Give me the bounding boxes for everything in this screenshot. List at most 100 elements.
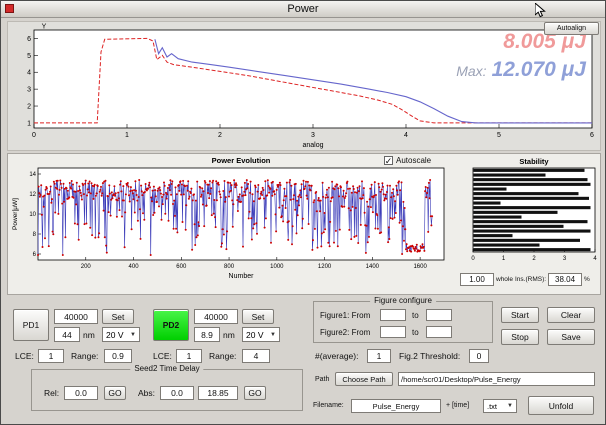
pd2-voltage-dropdown[interactable]: 20 V ▼ [242,327,280,342]
range2-label: Range: [209,351,236,361]
svg-text:2: 2 [218,132,222,139]
svg-text:10: 10 [29,212,36,218]
figure1-to-field[interactable] [426,309,452,321]
figure-configure-group: Figure configure Figure1: From to Figure… [313,301,493,343]
svg-text:3: 3 [27,87,31,94]
figure1-from-label: Figure1: From [320,311,370,320]
window-title: Power [287,3,318,15]
svg-text:12: 12 [29,192,36,198]
svg-text:5: 5 [497,132,501,139]
svg-text:8: 8 [33,232,37,238]
svg-text:400: 400 [129,264,140,270]
middle-panel: Power Evolution6810121420040060080010001… [7,153,601,295]
svg-text:6: 6 [33,252,37,258]
save-button[interactable]: Save [547,329,595,345]
svg-text:1400: 1400 [366,264,380,270]
pd2-wavelength-field[interactable] [194,327,220,342]
start-button[interactable]: Start [501,307,539,323]
svg-text:3: 3 [563,256,567,262]
pd2-gain-field[interactable] [194,309,238,324]
figure1-from-field[interactable] [380,309,406,321]
pd1-voltage-dropdown[interactable]: 20 V ▼ [102,327,140,342]
pd1-voltage-value: 20 V [106,330,124,340]
rel-go-button[interactable]: GO [104,386,126,400]
max-value: 12.070 μJ [492,58,586,82]
figure-configure-title: Figure configure [370,296,436,305]
chevron-down-icon: ▼ [270,332,276,338]
max-label: Max: [456,63,486,79]
svg-text:Stability: Stability [519,157,549,166]
lce1-field[interactable] [38,349,64,363]
path-label: Path [315,376,329,383]
seed2-time-delay-group: Seed2 Time Delay Rel: GO Abs: GO [31,369,303,411]
figure1-to-label: to [412,311,419,320]
choose-path-button[interactable]: Choose Path [335,372,393,386]
filename-field[interactable] [351,399,441,413]
svg-text:4: 4 [27,70,31,77]
range2-field[interactable] [242,349,270,363]
stop-button[interactable]: Stop [501,329,539,345]
svg-text:0: 0 [471,256,475,262]
rms-value-field[interactable] [548,273,582,286]
pd2-set-button[interactable]: Set [242,309,274,324]
top-plot-panel: 1234560123456analogY 8.005 μJ Max: 12.07… [7,21,601,151]
rel-label: Rel: [44,388,59,398]
chevron-down-icon: ▼ [507,403,513,409]
svg-text:14: 14 [29,172,36,178]
figure2-to-field[interactable] [426,326,452,338]
svg-text:4: 4 [593,256,597,262]
titlebar[interactable]: Power [1,1,605,18]
unfold-button[interactable]: Unfold [528,396,594,415]
figure2-to-label: to [412,328,419,337]
figure2-from-field[interactable] [380,326,406,338]
chevron-down-icon: ▼ [130,332,136,338]
svg-text:1: 1 [502,256,506,262]
autoalign-button[interactable]: Autoalign [544,22,599,35]
pd1-set-button[interactable]: Set [102,309,134,324]
rms-label: Ins.(RMS): [515,276,546,283]
filename-label: Filename: [313,402,344,409]
checkbox-check-icon [384,156,393,165]
svg-text:Power Evolution: Power Evolution [212,156,271,165]
pd1-wavelength-field[interactable] [54,327,80,342]
rel-delay-field[interactable] [64,386,98,400]
abs-position-field[interactable] [198,386,238,400]
average-label: #(average): [315,351,358,361]
fig2-threshold-field[interactable] [469,349,489,363]
stability-readout-row: whole Ins.(RMS): % [460,273,602,286]
window-icon [5,4,14,13]
average-field[interactable] [367,349,391,363]
range1-field[interactable] [104,349,132,363]
time-suffix-label: + [time] [446,402,469,409]
svg-text:1200: 1200 [318,264,332,270]
abs-go-button[interactable]: GO [244,386,266,400]
pd1-button[interactable]: PD1 [13,309,49,341]
svg-text:1000: 1000 [270,264,284,270]
stability-chart: Stability01234 [459,156,601,270]
pd1-gain-field[interactable] [54,309,98,324]
autoscale-checkbox[interactable]: Autoscale [384,156,431,165]
whole-value-field[interactable] [460,273,494,286]
abs-delay-field[interactable] [160,386,194,400]
power-evolution-chart: Power Evolution6810121420040060080010001… [8,154,456,292]
clear-button[interactable]: Clear [547,307,595,323]
abs-label: Abs: [138,388,155,398]
svg-text:200: 200 [81,264,92,270]
svg-text:6: 6 [27,36,31,43]
svg-text:1: 1 [27,120,31,127]
svg-text:Y: Y [42,24,47,31]
svg-text:analog: analog [302,142,323,149]
path-field[interactable] [398,372,595,386]
svg-text:600: 600 [176,264,187,270]
svg-text:2: 2 [27,104,31,111]
pd2-button[interactable]: PD2 [153,309,189,341]
range1-label: Range: [71,351,98,361]
lce1-label: LCE: [15,351,34,361]
lce2-label: LCE: [153,351,172,361]
extension-value: .txt [487,402,497,411]
pd2-voltage-value: 20 V [246,330,264,340]
extension-dropdown[interactable]: .txt ▼ [483,399,517,413]
lce2-field[interactable] [176,349,202,363]
svg-text:1: 1 [125,132,129,139]
svg-text:5: 5 [27,53,31,60]
